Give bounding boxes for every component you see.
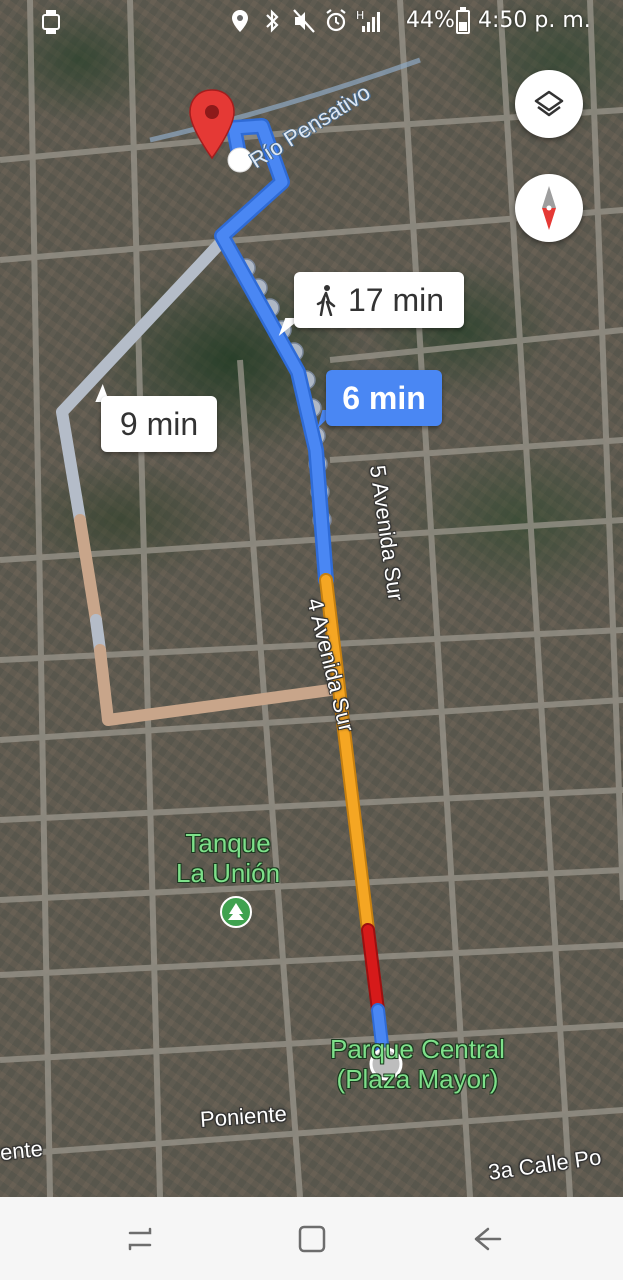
alt-route-tan-segment xyxy=(94,644,336,726)
street xyxy=(587,0,623,901)
mute-icon xyxy=(293,9,315,33)
compass-button[interactable] xyxy=(515,174,583,242)
street xyxy=(0,867,623,903)
poi-label-tanque[interactable]: Tanque La Unión xyxy=(176,828,280,888)
street xyxy=(329,437,623,463)
hplus-signal-icon: H xyxy=(356,9,380,32)
poi-label-tanque-line2: La Unión xyxy=(176,858,281,888)
street xyxy=(0,1107,623,1158)
destination-pin-icon[interactable] xyxy=(189,89,235,160)
walk-time-callout[interactable]: 17 min xyxy=(294,272,464,328)
street xyxy=(329,327,623,363)
street xyxy=(127,0,163,1197)
layers-button[interactable] xyxy=(515,70,583,138)
location-icon xyxy=(232,10,248,32)
svg-text:H: H xyxy=(356,9,364,22)
back-button[interactable] xyxy=(468,1219,508,1259)
recents-icon xyxy=(128,1227,152,1251)
alternative-time-callout[interactable]: 9 min xyxy=(101,396,217,452)
battery-percent: 44% xyxy=(406,8,455,33)
poi-label-parque-line1: Parque Central xyxy=(330,1034,505,1064)
recents-button[interactable] xyxy=(120,1219,160,1259)
battery-icon xyxy=(456,7,470,34)
route-blue-segment xyxy=(216,120,332,586)
alt-route-tan-segment xyxy=(74,514,102,626)
street-label-ente: ente xyxy=(0,1135,44,1166)
home-button[interactable] xyxy=(292,1219,332,1259)
map-view[interactable]: Río Pensativo 5 Avenida Sur 4 Avenida Su… xyxy=(0,0,623,1197)
watch-icon xyxy=(42,10,60,34)
street xyxy=(0,942,623,978)
layers-icon xyxy=(534,90,564,117)
alternative-time-text: 9 min xyxy=(119,405,199,442)
walk-time-text: 17 min xyxy=(347,281,445,318)
status-icons: H xyxy=(228,8,380,34)
street xyxy=(0,787,623,823)
walking-person-icon xyxy=(316,285,336,316)
pin-body xyxy=(189,89,235,160)
navigation-bar xyxy=(0,1197,623,1280)
status-bar: H 44% 4:50 p. m. xyxy=(0,0,623,44)
street xyxy=(397,0,473,1197)
street xyxy=(27,0,53,1197)
park-tree-icon[interactable] xyxy=(220,896,252,928)
selected-time-text: 6 min xyxy=(342,379,426,416)
poi-label-parque-line2: (Plaza Mayor) xyxy=(336,1064,499,1094)
clock: 4:50 p. m. xyxy=(478,8,591,33)
street xyxy=(0,1022,623,1063)
street xyxy=(0,697,623,743)
street xyxy=(237,359,303,1197)
pin-hole xyxy=(205,105,219,119)
bluetooth-icon xyxy=(266,9,279,33)
poi-label-parque[interactable]: Parque Central (Plaza Mayor) xyxy=(330,1034,505,1094)
selected-time-callout[interactable]: 6 min xyxy=(326,370,442,426)
back-icon xyxy=(474,1227,502,1251)
compass-icon xyxy=(542,186,556,230)
poi-label-tanque-line1: Tanque xyxy=(185,828,271,858)
home-icon xyxy=(298,1225,326,1253)
alarm-icon xyxy=(326,9,346,32)
